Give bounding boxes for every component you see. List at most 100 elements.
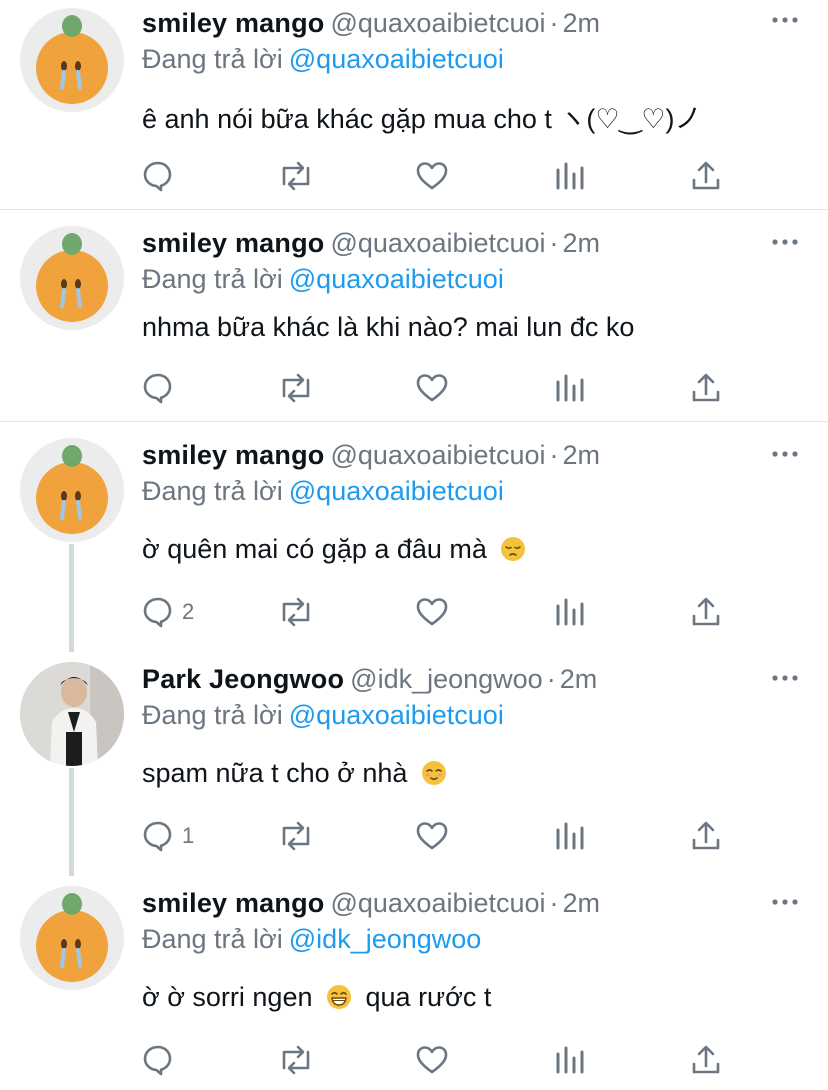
replying-to-handle[interactable]: @quaxoaibietcuoi bbox=[289, 44, 504, 74]
timestamp[interactable]: 2m bbox=[563, 228, 601, 258]
analytics-button[interactable] bbox=[552, 1040, 588, 1080]
tweet-text: ờ quên mai có gặp a đâu mà bbox=[142, 534, 487, 564]
reply-button[interactable]: 1 bbox=[140, 816, 194, 856]
replying-to-handle[interactable]: @quaxoaibietcuoi bbox=[289, 476, 504, 506]
retweet-button[interactable] bbox=[276, 368, 316, 408]
retweet-button[interactable] bbox=[276, 592, 316, 632]
reply-button[interactable] bbox=[140, 156, 182, 196]
tweet-text: ê anh nói bữa khác gặp mua cho t ヽ(♡‿♡)ノ bbox=[142, 104, 702, 134]
tweet-header: smiley mango @quaxoaibietcuoi · 2m bbox=[142, 888, 600, 919]
tweet-4[interactable]: smiley mango @quaxoaibietcuoi · 2m Đang trả… bbox=[0, 876, 828, 1090]
tweet-text: nhma bữa khác là khi nào? mai lun đc ko bbox=[142, 312, 635, 342]
share-button[interactable] bbox=[688, 816, 724, 856]
author-handle[interactable]: @quaxoaibietcuoi bbox=[330, 8, 545, 38]
reply-button[interactable]: 2 bbox=[140, 592, 194, 632]
author-handle[interactable]: @quaxoaibietcuoi bbox=[330, 228, 545, 258]
retweet-icon bbox=[282, 161, 310, 191]
timestamp[interactable]: 2m bbox=[563, 440, 601, 470]
avatar-mango[interactable] bbox=[20, 226, 124, 330]
share-upload-icon bbox=[692, 1045, 720, 1074]
share-upload-icon bbox=[692, 597, 720, 626]
author-name[interactable]: smiley mango bbox=[142, 8, 324, 38]
like-button[interactable] bbox=[414, 592, 450, 632]
avatar-mango[interactable] bbox=[20, 438, 124, 542]
tweet-actions bbox=[0, 368, 828, 408]
reply-button[interactable] bbox=[140, 1040, 182, 1080]
retweet-icon bbox=[282, 373, 310, 403]
analytics-button[interactable] bbox=[552, 368, 588, 408]
replying-to: Đang trả lời @idk_jeongwoo bbox=[142, 924, 481, 955]
pensive-face-emoji bbox=[501, 537, 526, 561]
tweet-text-row: ờ ờ sorri ngen qua rước t bbox=[142, 982, 491, 1013]
analytics-button[interactable] bbox=[552, 156, 588, 196]
tweet-0[interactable]: smiley mango @quaxoaibietcuoi · 2m Đang trả… bbox=[0, 0, 828, 210]
like-button[interactable] bbox=[414, 1040, 450, 1080]
share-button[interactable] bbox=[688, 368, 724, 408]
tweet-header: smiley mango @quaxoaibietcuoi · 2m bbox=[142, 8, 600, 39]
author-name[interactable]: smiley mango bbox=[142, 228, 324, 258]
replying-to-handle[interactable]: @idk_jeongwoo bbox=[289, 924, 482, 954]
more-options-button[interactable] bbox=[770, 12, 800, 28]
retweet-icon bbox=[282, 821, 310, 851]
speech-bubble-icon bbox=[143, 373, 172, 404]
avatar-mango[interactable] bbox=[20, 886, 124, 990]
more-options-button[interactable] bbox=[770, 894, 800, 910]
tweet-2[interactable]: smiley mango @quaxoaibietcuoi · 2m Đang trả… bbox=[0, 428, 828, 646]
author-name[interactable]: smiley mango bbox=[142, 888, 324, 918]
heart-icon bbox=[416, 822, 448, 850]
author-name[interactable]: Park Jeongwoo bbox=[142, 664, 344, 694]
replying-to-label: Đang trả lời bbox=[142, 476, 283, 506]
more-options-button[interactable] bbox=[770, 446, 800, 462]
retweet-button[interactable] bbox=[276, 816, 316, 856]
bar-chart-icon bbox=[556, 822, 584, 850]
share-button[interactable] bbox=[688, 156, 724, 196]
reply-button[interactable] bbox=[140, 368, 182, 408]
replying-to-handle[interactable]: @quaxoaibietcuoi bbox=[289, 700, 504, 730]
mango-avatar-icon bbox=[36, 15, 108, 104]
tweet-actions: 1 bbox=[0, 816, 828, 856]
three-dots-icon bbox=[772, 675, 798, 681]
avatar-mango[interactable] bbox=[20, 8, 124, 112]
retweet-button[interactable] bbox=[276, 156, 316, 196]
tweet-1[interactable]: smiley mango @quaxoaibietcuoi · 2m Đang trả… bbox=[0, 216, 828, 420]
author-handle[interactable]: @idk_jeongwoo bbox=[350, 664, 543, 694]
three-dots-icon bbox=[772, 899, 798, 905]
bar-chart-icon bbox=[556, 162, 584, 190]
retweet-button[interactable] bbox=[276, 1040, 316, 1080]
separator: · bbox=[549, 888, 559, 918]
replying-to-label: Đang trả lời bbox=[142, 44, 283, 74]
like-button[interactable] bbox=[414, 368, 450, 408]
share-button[interactable] bbox=[688, 592, 724, 632]
author-handle[interactable]: @quaxoaibietcuoi bbox=[330, 440, 545, 470]
tweet-3[interactable]: Park Jeongwoo @idk_jeongwoo · 2m Đang trả l… bbox=[0, 652, 828, 870]
tweet-header: Park Jeongwoo @idk_jeongwoo · 2m bbox=[142, 664, 597, 695]
reply-count: 2 bbox=[182, 599, 195, 624]
author-name[interactable]: smiley mango bbox=[142, 440, 324, 470]
timestamp[interactable]: 2m bbox=[563, 8, 601, 38]
speech-bubble-icon bbox=[143, 1045, 172, 1076]
timestamp[interactable]: 2m bbox=[563, 888, 601, 918]
replying-to-handle[interactable]: @quaxoaibietcuoi bbox=[289, 264, 504, 294]
retweet-icon bbox=[282, 1045, 310, 1075]
speech-bubble-icon bbox=[143, 161, 172, 192]
heart-icon bbox=[416, 374, 448, 402]
three-dots-icon bbox=[772, 239, 798, 245]
timestamp[interactable]: 2m bbox=[560, 664, 598, 694]
avatar-user-photo[interactable] bbox=[20, 662, 124, 766]
author-handle[interactable]: @quaxoaibietcuoi bbox=[330, 888, 545, 918]
divider bbox=[0, 209, 828, 210]
share-upload-icon bbox=[692, 373, 720, 402]
separator: · bbox=[549, 228, 559, 258]
replying-to-label: Đang trả lời bbox=[142, 264, 283, 294]
more-options-button[interactable] bbox=[770, 670, 800, 686]
bar-chart-icon bbox=[556, 374, 584, 402]
analytics-button[interactable] bbox=[552, 816, 588, 856]
analytics-button[interactable] bbox=[552, 592, 588, 632]
like-button[interactable] bbox=[414, 156, 450, 196]
more-options-button[interactable] bbox=[770, 234, 800, 250]
share-button[interactable] bbox=[688, 1040, 724, 1080]
like-button[interactable] bbox=[414, 816, 450, 856]
mango-avatar-icon bbox=[36, 445, 108, 534]
tweet-text-part-1: ờ ờ sorri ngen bbox=[142, 982, 313, 1012]
speech-bubble-icon bbox=[143, 821, 172, 852]
